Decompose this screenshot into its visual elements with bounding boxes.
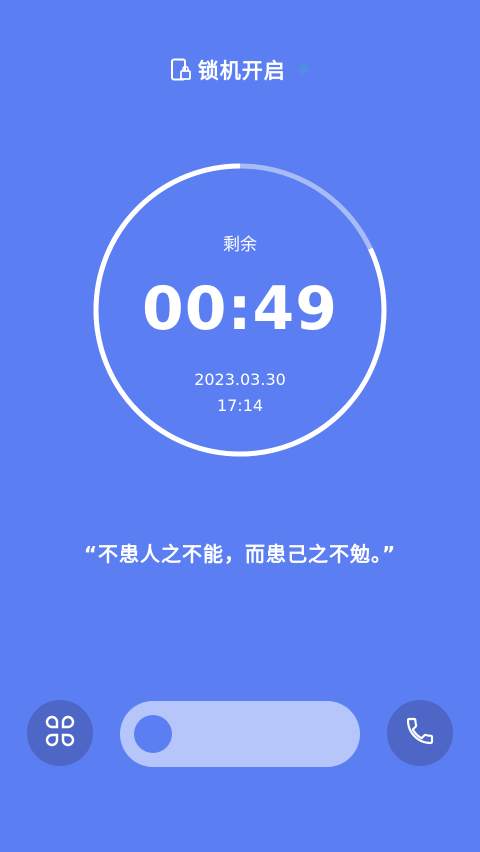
remaining-label: 剩余 [223,235,257,255]
apps-button[interactable] [27,700,93,766]
unlock-slider[interactable] [120,701,360,767]
remaining-time: 00:49 [142,274,338,344]
unlock-slider-handle[interactable] [134,715,172,753]
app-grid-icon [43,714,77,752]
snowflake-icon: ❄ [297,61,311,79]
motivational-quote: “不患人之不能，而患己之不勉。” [83,542,397,566]
header-title: 锁机开启 [197,59,286,83]
phone-button[interactable] [387,700,453,766]
countdown-timer: 剩余 00:49 2023.03.30 17:14 [90,160,390,460]
status-header: 锁机开启 ❄ [0,50,480,90]
phone-icon [404,715,436,751]
lock-time: 17:14 [216,396,264,415]
phone-lock-icon [170,58,192,82]
lock-date: 2023.03.30 [194,370,286,389]
